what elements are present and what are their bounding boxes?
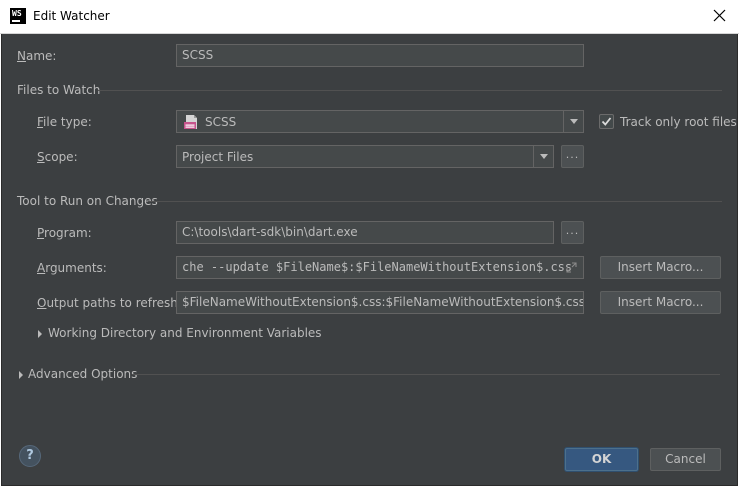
tool-section-title: Tool to Run on Changes [17,194,158,208]
scss-file-icon [184,115,197,129]
expand-arrow-icon[interactable] [19,371,23,379]
program-input[interactable]: C:\tools\dart-sdk\bin\dart.exe [176,221,554,244]
files-to-watch-section-title: Files to Watch [17,83,101,97]
expand-icon[interactable] [565,261,578,274]
scope-label: Scope: [37,150,78,164]
name-input[interactable]: SCSS [176,44,584,67]
scope-combo[interactable]: Project Files [176,145,554,168]
chevron-down-icon[interactable] [533,146,553,167]
close-icon[interactable] [710,6,730,26]
track-root-label: Track only root files [620,115,737,129]
checkmark-icon [601,117,612,126]
title-bar: WS Edit Watcher [0,0,739,34]
scope-value: Project Files [182,150,254,164]
arguments-label: Arguments: [37,261,107,275]
file-type-combo[interactable]: SCSS [176,110,584,133]
program-label: Program: [37,226,92,240]
ok-button[interactable]: OK [565,448,638,471]
arguments-input[interactable]: che --update $FileName$:$FileNameWithout… [176,256,584,279]
section-separator [98,90,722,91]
section-separator [148,201,722,202]
webstorm-app-icon: WS [10,8,26,24]
track-root-checkbox[interactable] [599,114,614,129]
file-type-label: File type: [37,115,92,129]
name-label: Name: [17,49,57,63]
output-insert-macro-button[interactable]: Insert Macro... [600,291,721,314]
chevron-down-icon[interactable] [563,111,583,132]
working-dir-toggle[interactable]: Working Directory and Environment Variab… [48,326,322,340]
scope-browse-button[interactable]: ... [561,145,584,168]
section-separator [132,374,720,375]
output-paths-input[interactable]: $FileNameWithoutExtension$.css:$FileName… [176,291,584,314]
cancel-button[interactable]: Cancel [650,448,721,471]
help-button[interactable]: ? [19,445,41,467]
program-browse-button[interactable]: ... [561,221,584,244]
edit-watcher-dialog: Name: SCSS Files to Watch File type: SCS… [1,34,738,486]
window-title: Edit Watcher [33,9,110,23]
arguments-insert-macro-button[interactable]: Insert Macro... [600,256,721,279]
expand-arrow-icon[interactable] [38,330,42,338]
arguments-value: che --update $FileName$:$FileNameWithout… [182,260,573,274]
file-type-value: SCSS [205,115,237,129]
output-paths-label: Output paths to refresh: [37,296,182,310]
advanced-options-toggle[interactable]: Advanced Options [28,367,137,381]
